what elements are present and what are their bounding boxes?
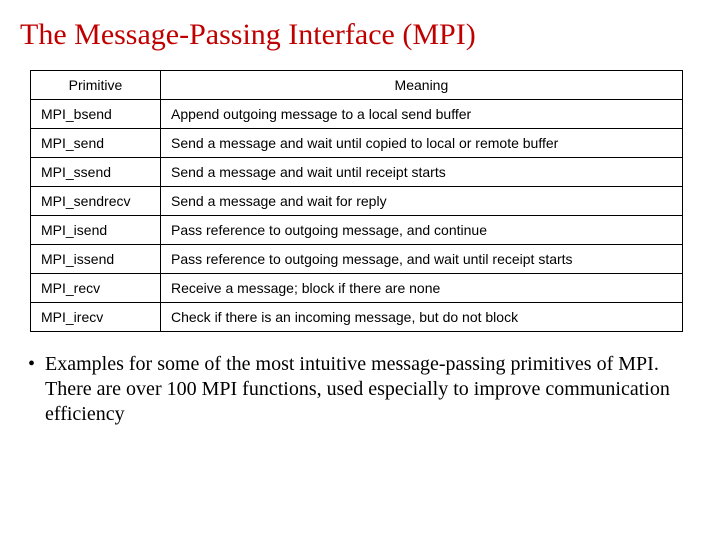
- cell-primitive: MPI_sendrecv: [31, 187, 161, 216]
- table-row: MPI_isend Pass reference to outgoing mes…: [31, 216, 683, 245]
- page-title: The Message-Passing Interface (MPI): [20, 18, 700, 52]
- table-row: MPI_issend Pass reference to outgoing me…: [31, 245, 683, 274]
- bullet-text: Examples for some of the most intuitive …: [45, 352, 692, 427]
- table-header-primitive: Primitive: [31, 71, 161, 100]
- table-header-meaning: Meaning: [161, 71, 683, 100]
- cell-primitive: MPI_bsend: [31, 100, 161, 129]
- cell-primitive: MPI_issend: [31, 245, 161, 274]
- cell-meaning: Receive a message; block if there are no…: [161, 274, 683, 303]
- table-row: MPI_recv Receive a message; block if the…: [31, 274, 683, 303]
- table-header-row: Primitive Meaning: [31, 71, 683, 100]
- table-row: MPI_sendrecv Send a message and wait for…: [31, 187, 683, 216]
- cell-primitive: MPI_send: [31, 129, 161, 158]
- table-row: MPI_bsend Append outgoing message to a l…: [31, 100, 683, 129]
- table-row: MPI_irecv Check if there is an incoming …: [31, 303, 683, 332]
- table-row: MPI_ssend Send a message and wait until …: [31, 158, 683, 187]
- cell-meaning: Send a message and wait until copied to …: [161, 129, 683, 158]
- cell-meaning: Send a message and wait until receipt st…: [161, 158, 683, 187]
- bullet-marker: •: [28, 352, 35, 377]
- bullet-item: • Examples for some of the most intuitiv…: [28, 352, 692, 427]
- cell-meaning: Pass reference to outgoing message, and …: [161, 216, 683, 245]
- cell-meaning: Check if there is an incoming message, b…: [161, 303, 683, 332]
- cell-primitive: MPI_isend: [31, 216, 161, 245]
- cell-meaning: Append outgoing message to a local send …: [161, 100, 683, 129]
- cell-meaning: Pass reference to outgoing message, and …: [161, 245, 683, 274]
- cell-primitive: MPI_recv: [31, 274, 161, 303]
- cell-primitive: MPI_irecv: [31, 303, 161, 332]
- table-row: MPI_send Send a message and wait until c…: [31, 129, 683, 158]
- cell-primitive: MPI_ssend: [31, 158, 161, 187]
- cell-meaning: Send a message and wait for reply: [161, 187, 683, 216]
- mpi-table: Primitive Meaning MPI_bsend Append outgo…: [30, 70, 683, 332]
